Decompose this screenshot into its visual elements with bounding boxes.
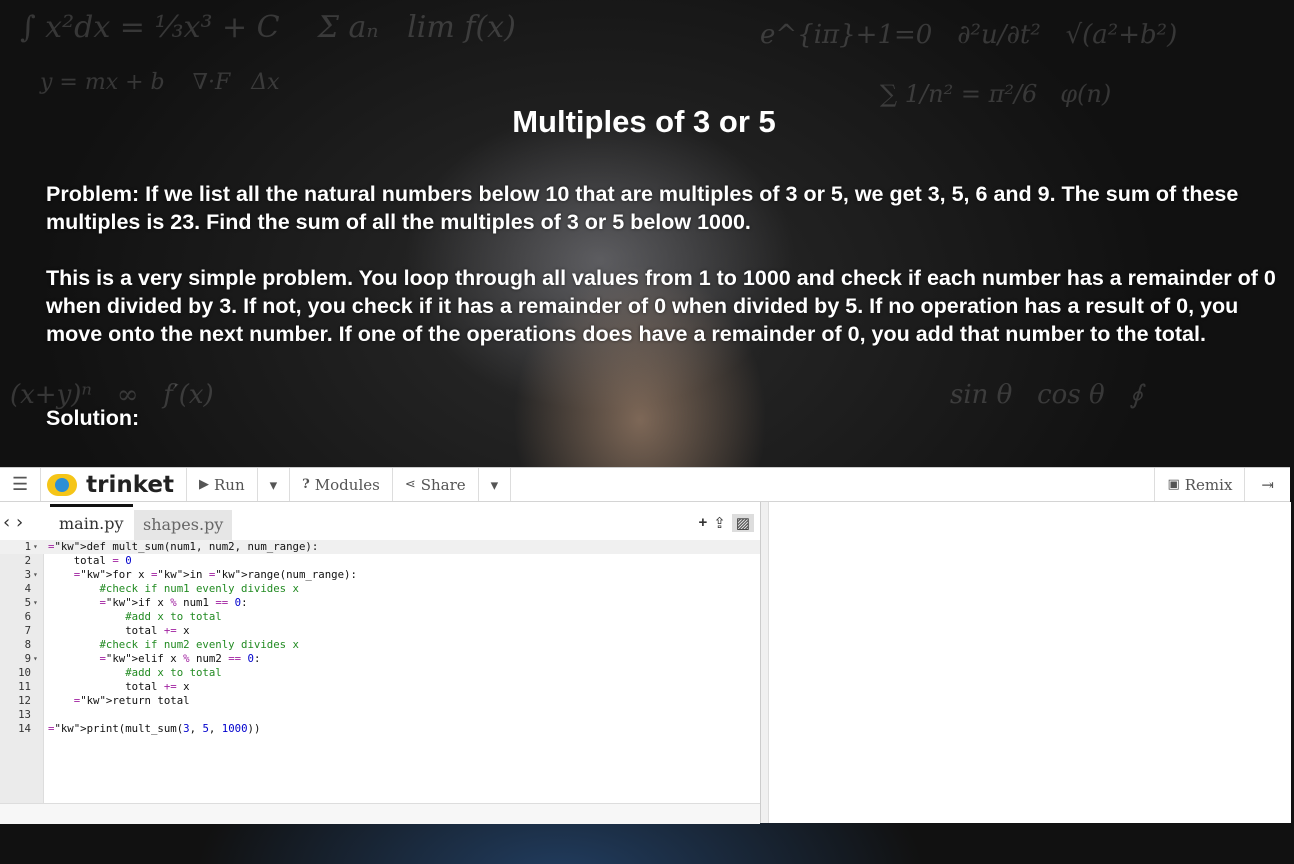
menu-icon[interactable]: ☰	[0, 468, 42, 501]
code-line[interactable]: 3 ▾ ="kw">for x ="kw">in ="kw">range(num_…	[0, 568, 760, 582]
pane-splitter[interactable]	[761, 502, 768, 823]
file-actions: + ⇪ ▨	[698, 514, 754, 532]
horizontal-scrollbar[interactable]	[0, 803, 760, 824]
chevron-left-icon[interactable]: ‹	[3, 512, 10, 533]
code-text: #check if num2 evenly divides x	[99, 638, 299, 651]
share-icon: ⋖	[404, 477, 416, 492]
code-text: total += x	[48, 680, 190, 693]
fold-arrow-icon[interactable]: ▾	[33, 568, 38, 582]
line-number: 5	[24, 596, 31, 609]
line-number: 14	[18, 722, 31, 735]
code-line[interactable]: 12 ="kw">return total	[0, 694, 760, 708]
code-text: total += x	[48, 624, 190, 637]
chevron-right-icon[interactable]: ›	[16, 512, 23, 533]
code-text: #add x to total	[125, 666, 222, 679]
output-panel[interactable]	[768, 502, 1291, 823]
line-number: 1	[24, 540, 31, 553]
code-line[interactable]: 6 #add x to total	[0, 610, 760, 624]
code-area[interactable]: 1 ▾ ="kw">def mult_sum(num1, num2, num_ran…	[0, 540, 760, 803]
line-number: 13	[18, 708, 31, 721]
line-number: 8	[24, 638, 31, 651]
fold-arrow-icon[interactable]: ▾	[33, 652, 38, 666]
login-button[interactable]: ⇥	[1245, 468, 1290, 501]
code-editor: ‹ › main.py shapes.py + ⇪ ▨ 1 ▾ ="kw">def …	[0, 502, 761, 824]
play-icon: ▶	[199, 477, 210, 492]
share-button[interactable]: ⋖ Share	[393, 468, 479, 501]
remix-button[interactable]: ▣ Remix	[1155, 468, 1246, 501]
caret-down-icon: ▾	[269, 475, 278, 494]
fold-arrow-icon[interactable]: ▾	[33, 596, 38, 610]
tab-main-py[interactable]: main.py	[50, 504, 133, 537]
code-text: #add x to total	[125, 610, 222, 623]
line-number: 12	[18, 694, 31, 707]
code-line[interactable]: 11 total += x	[0, 680, 760, 694]
code-line[interactable]: 7 total += x	[0, 624, 760, 638]
trinket-logo-icon	[47, 473, 78, 496]
trinket-embed: ☰ trinket ▶ Run ▾ ? Modules ⋖ Share ▾ ▣ …	[0, 467, 1291, 824]
trinket-logo[interactable]: trinket	[41, 468, 188, 501]
page-title: Multiples of 3 or 5	[512, 104, 776, 139]
explanation-text: This is a very simple problem. You loop …	[46, 266, 1276, 346]
sign-in-icon: ⇥	[1261, 475, 1274, 494]
code-line[interactable]: 9 ▾ ="kw">elif x % num2 == 0:	[0, 652, 760, 666]
code-text: ="kw">print(mult_sum(3, 5, 1000))	[48, 722, 261, 735]
run-options-dropdown[interactable]: ▾	[258, 468, 291, 501]
line-number: 2	[24, 554, 31, 567]
file-nav-arrows[interactable]: ‹ ›	[3, 512, 23, 533]
trinket-toolbar: ☰ trinket ▶ Run ▾ ? Modules ⋖ Share ▾ ▣ …	[0, 468, 1290, 502]
code-text: total = 0	[48, 554, 132, 567]
code-line[interactable]: 1 ▾ ="kw">def mult_sum(num1, num2, num_ran…	[0, 540, 760, 554]
line-number: 7	[24, 624, 31, 637]
question-icon: ?	[302, 477, 310, 492]
share-options-dropdown[interactable]: ▾	[479, 468, 512, 501]
line-number: 4	[24, 582, 31, 595]
upload-icon[interactable]: ⇪	[713, 514, 726, 532]
code-line[interactable]: 2 total = 0	[0, 554, 760, 568]
run-button[interactable]: ▶ Run	[187, 468, 258, 501]
code-line[interactable]: 4 #check if num1 evenly divides x	[0, 582, 760, 596]
problem-text: Problem: If we list all the natural numb…	[46, 182, 1239, 234]
code-text: ="kw">return total	[73, 694, 190, 707]
solution-label: Solution:	[46, 406, 140, 430]
code-line[interactable]: 13	[0, 708, 760, 722]
line-number: 6	[24, 610, 31, 623]
tab-shapes-py[interactable]: shapes.py	[134, 510, 233, 540]
code-line[interactable]: 10 #add x to total	[0, 666, 760, 680]
fold-arrow-icon[interactable]: ▾	[33, 540, 38, 554]
line-number: 3	[24, 568, 31, 581]
line-number: 11	[18, 680, 31, 693]
modules-button[interactable]: ? Modules	[290, 468, 393, 501]
line-number: 10	[18, 666, 31, 679]
save-icon: ▣	[1167, 477, 1180, 492]
code-line[interactable]: 8 #check if num2 evenly divides x	[0, 638, 760, 652]
code-line[interactable]: 14 ="kw">print(mult_sum(3, 5, 1000))	[0, 722, 760, 736]
caret-down-icon: ▾	[490, 475, 499, 494]
code-text: #check if num1 evenly divides x	[99, 582, 299, 595]
code-text: ="kw">for x ="kw">in ="kw">range(num_ran…	[73, 568, 357, 581]
image-icon[interactable]: ▨	[731, 514, 754, 532]
code-text: ="kw">elif x % num2 == 0:	[99, 652, 261, 665]
line-number: 9	[24, 652, 31, 665]
code-line[interactable]: 5 ▾ ="kw">if x % num1 == 0:	[0, 596, 760, 610]
add-file-icon[interactable]: +	[698, 514, 707, 532]
file-tabs: ‹ › main.py shapes.py + ⇪ ▨	[0, 502, 760, 541]
code-text: ="kw">if x % num1 == 0:	[99, 596, 248, 609]
code-text: ="kw">def mult_sum(num1, num2, num_range…	[48, 540, 319, 553]
